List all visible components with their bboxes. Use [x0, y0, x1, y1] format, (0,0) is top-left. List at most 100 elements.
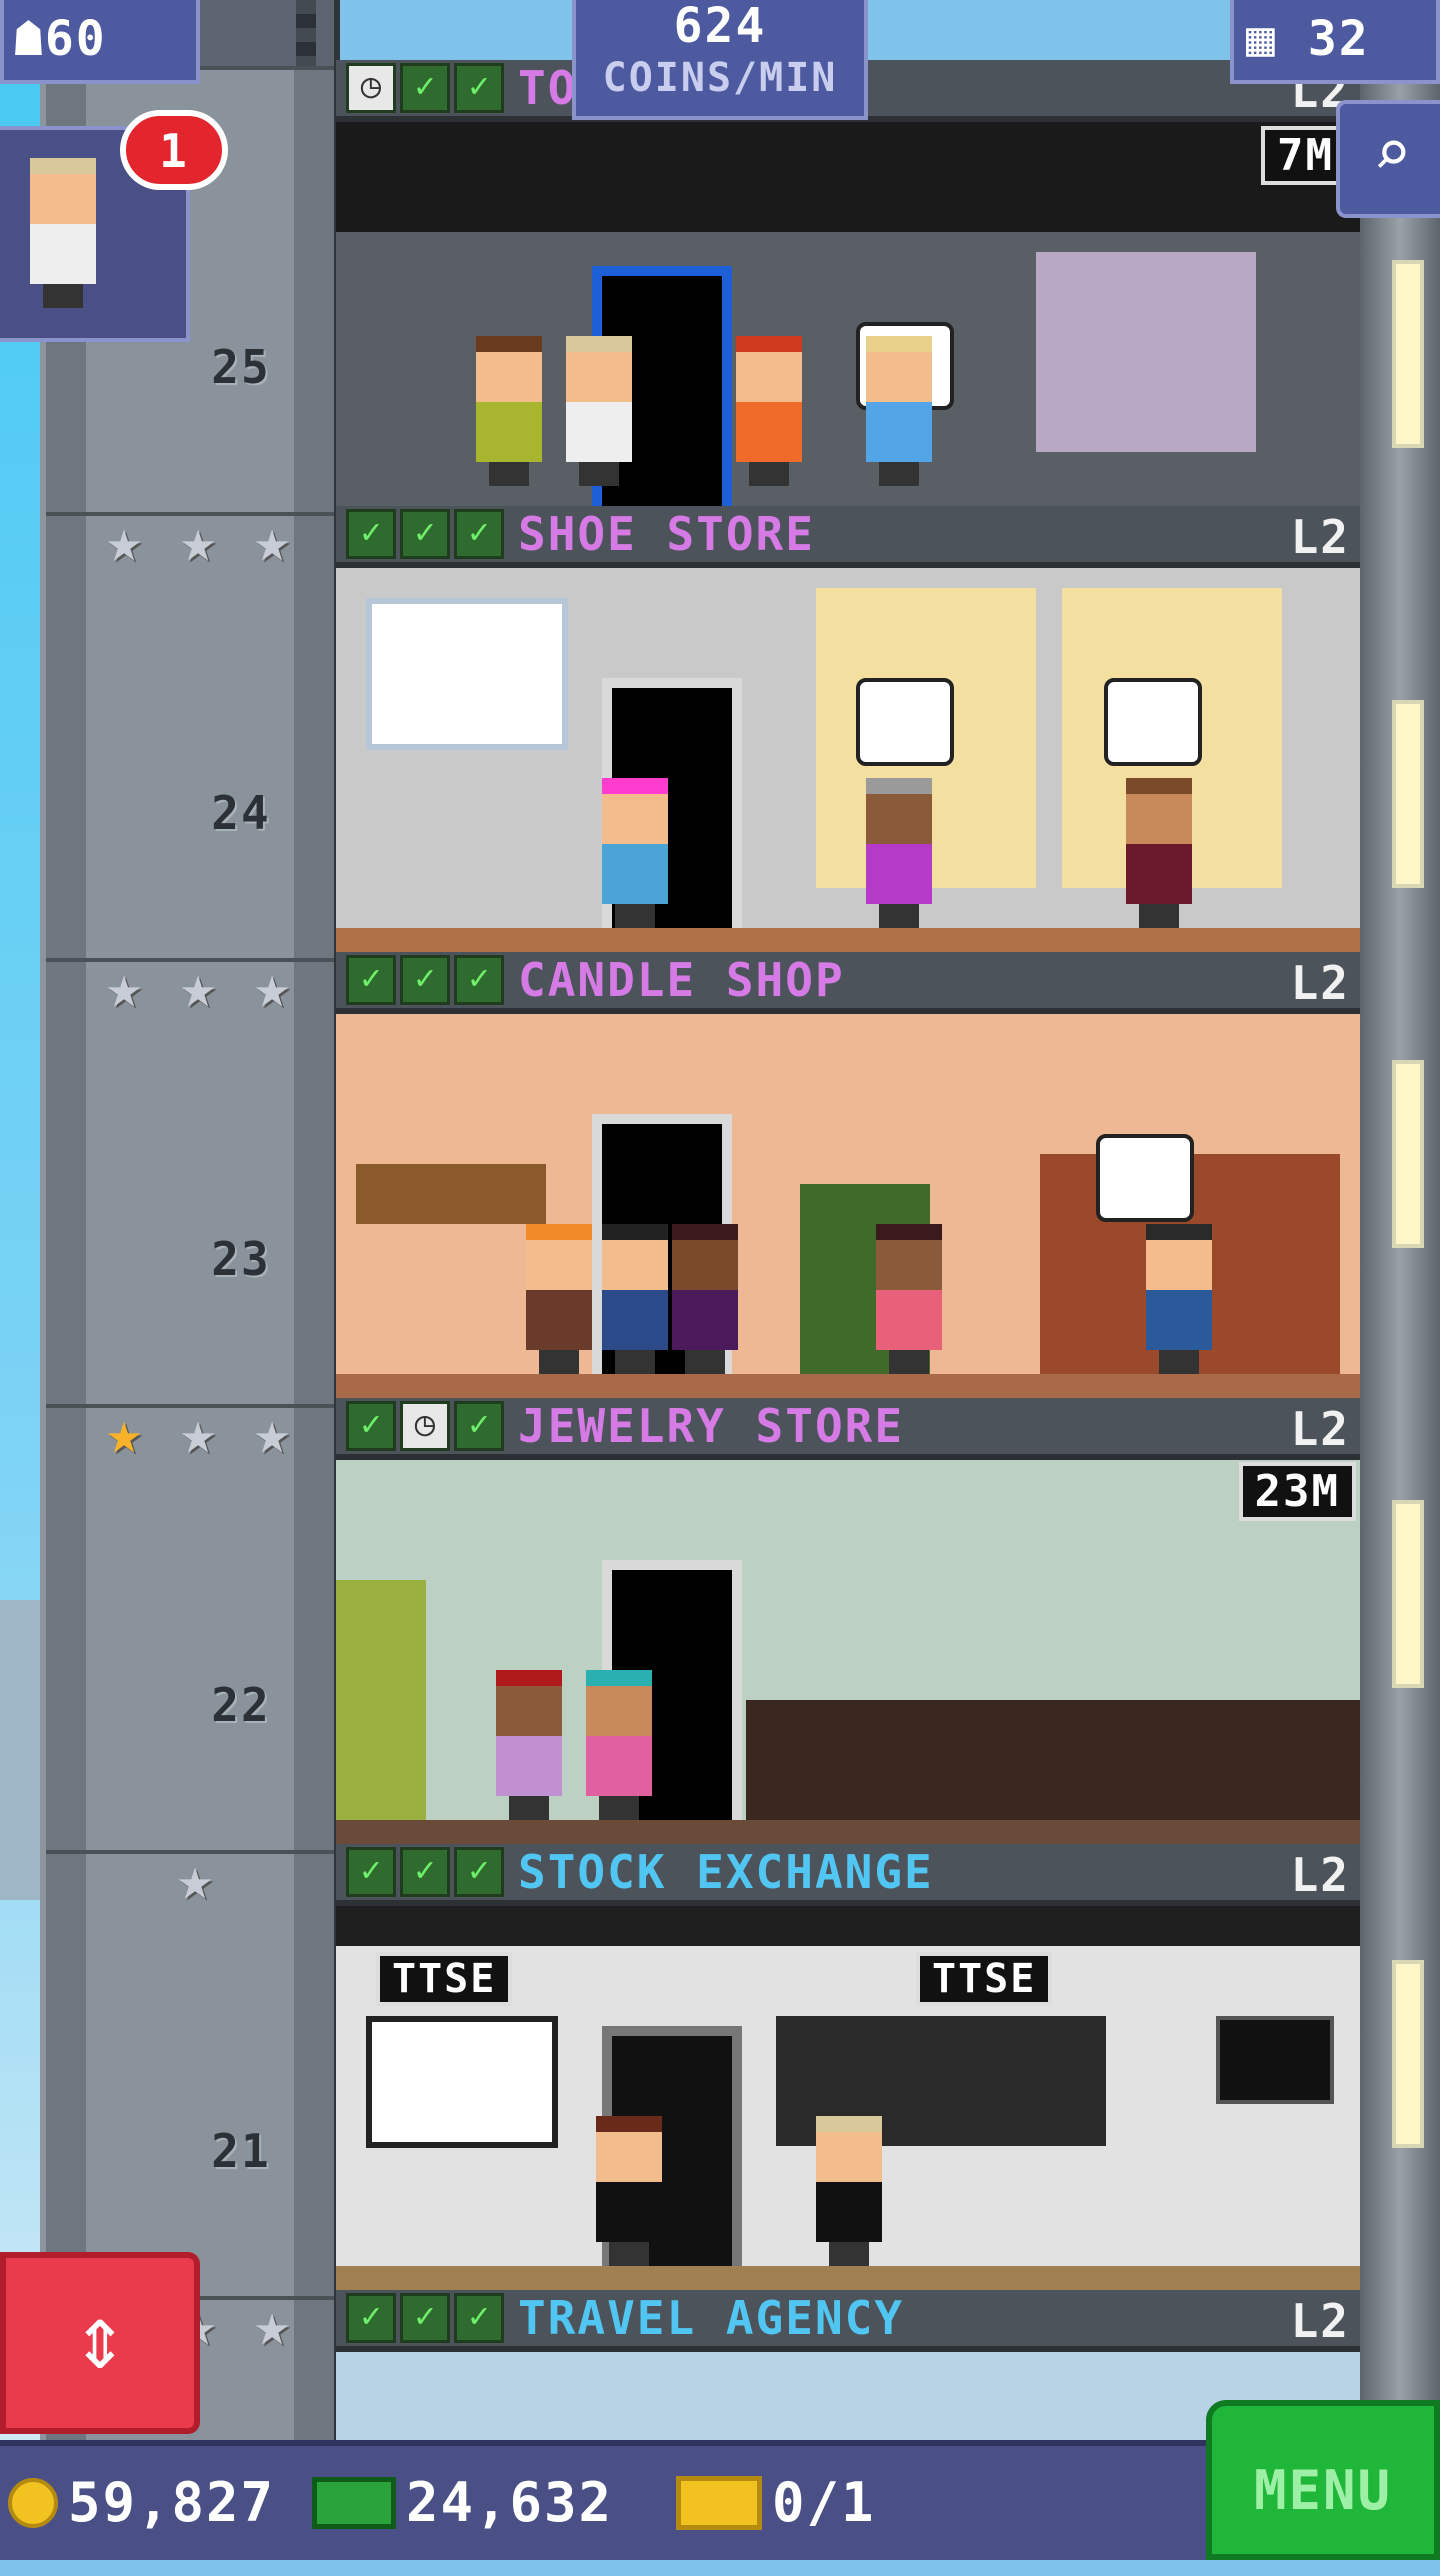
gold-star-icon: ★ — [105, 1398, 143, 1468]
bitizen[interactable] — [816, 2116, 882, 2266]
check-icon: ✓ — [346, 509, 396, 559]
vip-avatar — [30, 158, 96, 308]
population-value: 60 — [44, 11, 107, 67]
bitizen[interactable] — [602, 1224, 668, 1374]
stock-sign: TTSE — [916, 1952, 1053, 2006]
bitizen[interactable] — [596, 2116, 662, 2266]
magnifier-icon: ⌕ — [1372, 117, 1412, 191]
stock-status: ✓ ✓ ✓ — [346, 955, 504, 1005]
bitizen[interactable] — [672, 1224, 738, 1374]
floor-level: L2 — [1290, 510, 1350, 564]
stock-sign: TTSE — [376, 1952, 513, 2006]
bitizen[interactable] — [566, 336, 632, 486]
jewelry-counter — [746, 1700, 1360, 1820]
bitizen[interactable] — [526, 1224, 592, 1374]
floor-header: ✓ ✓ ✓ TRAVEL AGENCY L2 — [336, 2290, 1360, 2352]
check-icon: ✓ — [400, 63, 450, 113]
silver-star-icon: ★ — [176, 1844, 214, 1914]
display-case — [1036, 252, 1256, 452]
stock-status: ✓ ◷ ✓ — [346, 1401, 504, 1451]
room-interior: TTSE TTSE — [336, 1906, 1360, 2290]
bitizen[interactable] — [1146, 1224, 1212, 1374]
bitizen[interactable] — [496, 1670, 562, 1820]
stock-status: ✓ ✓ ✓ — [346, 509, 504, 559]
room-interior: 7M — [336, 122, 1360, 506]
check-icon: ✓ — [346, 1401, 396, 1451]
clock-icon: ◷ — [346, 63, 396, 113]
shaft-floor-24: 24 — [46, 512, 334, 962]
silver-star-icon: ★ — [253, 1398, 291, 1468]
floor-stars: ★ ★ ★ — [95, 506, 301, 576]
floor-counter[interactable]: ▦ 32 — [1230, 0, 1440, 84]
check-icon: ✓ — [400, 2293, 450, 2343]
tickets-value: 0/1 — [772, 2471, 876, 2534]
bitizen[interactable] — [1126, 778, 1192, 928]
bux-cash-icon — [312, 2477, 396, 2529]
check-icon: ✓ — [346, 1847, 396, 1897]
edge-light — [1392, 1500, 1424, 1688]
check-icon: ✓ — [454, 63, 504, 113]
bux-display[interactable]: 24,632 — [312, 2470, 613, 2536]
stock-status: ✓ ✓ ✓ — [346, 2293, 504, 2343]
menu-button[interactable]: MENU — [1206, 2400, 1440, 2560]
coins-value: 59,827 — [68, 2471, 276, 2534]
bitizen[interactable] — [866, 778, 932, 928]
check-icon: ✓ — [400, 955, 450, 1005]
speech-bubble — [856, 678, 954, 766]
silver-star-icon: ★ — [179, 506, 217, 576]
shaft-floor-21: 21 — [46, 1850, 334, 2300]
tickets-display[interactable]: 0/1 — [676, 2470, 876, 2536]
inventory-badge: 23M — [1238, 1462, 1356, 1521]
bitizen[interactable] — [476, 336, 542, 486]
edge-light — [1392, 1060, 1424, 1248]
floor-shoe-store[interactable]: ✓ ✓ ✓ SHOE STORE L2 — [336, 506, 1360, 952]
check-icon: ✓ — [454, 2293, 504, 2343]
check-icon: ✓ — [454, 509, 504, 559]
floor-number: 21 — [211, 2124, 271, 2178]
check-icon: ✓ — [400, 509, 450, 559]
elevator-button[interactable]: ⇕ — [0, 2252, 200, 2434]
bitizen[interactable] — [586, 1670, 652, 1820]
floor-name: STOCK EXCHANGE — [518, 1845, 934, 1899]
silver-star-icon: ★ — [179, 952, 217, 1022]
ticker-screen — [1216, 2016, 1334, 2104]
plant — [336, 1580, 426, 1820]
floor-candle-shop[interactable]: ✓ ✓ ✓ CANDLE SHOP L2 — [336, 952, 1360, 1398]
floor-stars: ★ — [166, 1844, 224, 1914]
floor-level: L2 — [1290, 1402, 1350, 1456]
floor-name: SHOE STORE — [518, 507, 815, 561]
floor-stock-exchange[interactable]: ✓ ✓ ✓ STOCK EXCHANGE L2 TTSE TTSE — [336, 1844, 1360, 2290]
zoom-search-button[interactable]: ⌕ — [1336, 100, 1440, 218]
stock-chart-screen — [366, 2016, 558, 2148]
silver-star-icon: ★ — [105, 506, 143, 576]
floor-stars: ★ ★ ★ — [95, 952, 301, 1022]
floor-header: ✓ ✓ ✓ CANDLE SHOP L2 — [336, 952, 1360, 1014]
floor-stars: ★ ★ ★ — [95, 1398, 301, 1468]
person-icon: ☗ — [14, 11, 45, 67]
bitizen[interactable] — [736, 336, 802, 486]
edge-light — [1392, 260, 1424, 448]
floor-name: CANDLE SHOP — [518, 953, 845, 1007]
check-icon: ✓ — [346, 955, 396, 1005]
room-interior: 23M — [336, 1460, 1360, 1844]
floor-jewelry-store[interactable]: ✓ ◷ ✓ JEWELRY STORE L2 23M — [336, 1398, 1360, 1844]
coins-per-min-panel: 624 COINS/MIN — [572, 0, 868, 120]
check-icon: ✓ — [454, 1401, 504, 1451]
coins-per-min-label: COINS/MIN — [602, 55, 838, 101]
floor-count-value: 32 — [1307, 11, 1370, 67]
bitizen[interactable] — [866, 336, 932, 486]
distant-building — [0, 1600, 40, 1900]
room-interior — [336, 568, 1360, 952]
clock-icon: ◷ — [400, 1401, 450, 1451]
floor-number: 22 — [211, 1678, 271, 1732]
stock-status: ◷ ✓ ✓ — [346, 63, 504, 113]
floor-top-shop[interactable]: ◷ ✓ ✓ TO AP L2 7M — [336, 60, 1360, 506]
population-counter[interactable]: ☗60 — [0, 0, 200, 84]
coins-display[interactable]: 59,827 — [8, 2470, 275, 2536]
bitizen[interactable] — [602, 778, 668, 928]
floor-header: ✓ ◷ ✓ JEWELRY STORE L2 — [336, 1398, 1360, 1460]
silver-star-icon: ★ — [253, 506, 291, 576]
bitizen[interactable] — [876, 1224, 942, 1374]
floor-number: 25 — [211, 340, 271, 394]
shaft-floor-22: 22 — [46, 1404, 334, 1854]
